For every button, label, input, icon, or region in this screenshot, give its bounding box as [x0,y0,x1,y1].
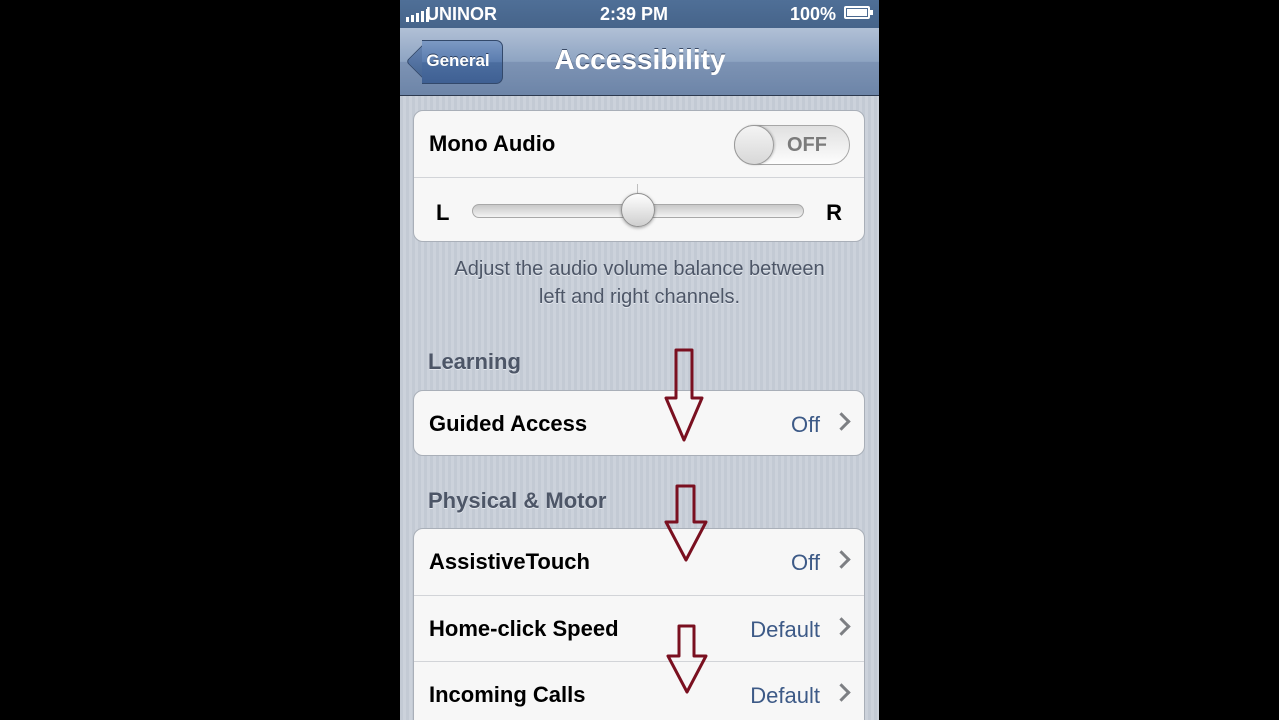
home-click-speed-row[interactable]: Home-click Speed Default [414,595,864,661]
incoming-calls-value: Default [750,683,820,708]
toggle-knob [734,125,774,165]
status-time: 2:39 PM [600,4,669,24]
balance-footer-text: Adjust the audio volume balance between … [420,255,859,311]
mono-audio-label: Mono Audio [429,131,556,156]
section-header-learning: Learning [428,349,521,374]
annotation-down-arrow-icon [664,348,704,442]
assistivetouch-label: AssistiveTouch [429,549,590,574]
battery-percent: 100% [790,4,837,24]
mono-audio-state: OFF [787,134,827,156]
assistivetouch-row[interactable]: AssistiveTouch Off [414,529,864,595]
chevron-right-icon [832,412,851,431]
annotation-down-arrow-icon [664,484,708,562]
footer-line-2: left and right channels. [538,286,741,308]
footer-line-1: Adjust the audio volume balance between [454,258,825,280]
navigation-bar: General Accessibility [400,28,879,96]
physical-motor-group: AssistiveTouch Off Home-click Speed Defa… [413,528,865,720]
section-header-physical-motor: Physical & Motor [428,488,607,513]
home-click-speed-value: Default [750,617,820,642]
annotation-down-arrow-icon [666,624,708,694]
page-title: Accessibility [554,44,726,75]
chevron-right-icon [832,683,851,702]
carrier-name: UNINOR [426,4,497,24]
guided-access-label: Guided Access [429,411,588,436]
balance-left-label: L [436,200,450,225]
balance-slider-row: L R [414,177,864,241]
back-button-label: General [426,51,490,70]
guided-access-value: Off [791,412,820,437]
home-click-speed-label: Home-click Speed [429,616,619,641]
learning-group: Guided Access Off [413,390,865,456]
chevron-right-icon [832,550,851,569]
chevron-right-icon [832,617,851,636]
mono-audio-row: Mono Audio OFF [414,111,864,177]
mono-audio-toggle[interactable]: OFF [734,125,850,165]
mono-audio-group: Mono Audio OFF L R [413,110,865,242]
status-bar: UNINOR 2:39 PM 100% [400,0,879,28]
battery-icon [844,6,873,19]
incoming-calls-label: Incoming Calls [429,682,586,707]
phone-screen: UNINOR 2:39 PM 100% General Accessibilit… [400,0,879,720]
assistivetouch-value: Off [791,550,820,575]
balance-slider-thumb[interactable] [621,193,655,227]
balance-right-label: R [826,200,842,225]
incoming-calls-row[interactable]: Incoming Calls Default [414,661,864,720]
guided-access-row[interactable]: Guided Access Off [414,391,864,455]
back-button-general[interactable]: General [405,39,503,84]
